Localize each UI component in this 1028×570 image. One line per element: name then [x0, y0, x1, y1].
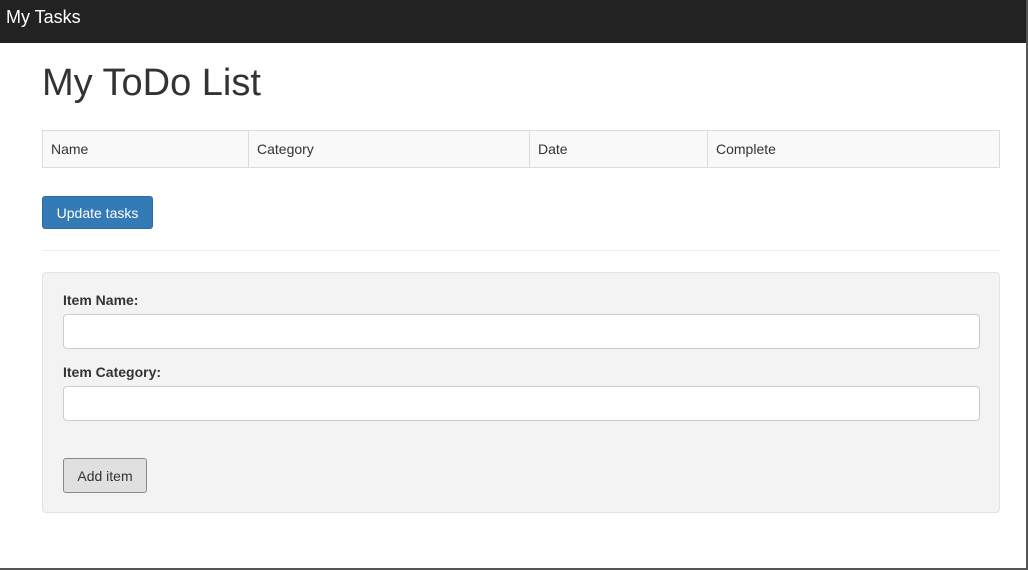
section-divider	[42, 250, 1000, 251]
item-name-input[interactable]	[63, 314, 980, 349]
browser-viewport: My Tasks My ToDo List Name Category Date…	[0, 0, 1028, 570]
navbar: My Tasks	[0, 0, 1026, 43]
table-header-row: Name Category Date Complete	[42, 130, 1000, 168]
update-tasks-button[interactable]: Update tasks	[42, 196, 153, 229]
column-header-complete: Complete	[707, 130, 1000, 168]
add-item-button[interactable]: Add item	[63, 458, 147, 493]
column-header-category: Category	[248, 130, 530, 168]
item-category-label: Item Category:	[63, 364, 162, 380]
item-name-label: Item Name:	[63, 292, 139, 308]
page-title: My ToDo List	[42, 62, 261, 104]
column-header-date: Date	[529, 130, 708, 168]
item-category-input[interactable]	[63, 386, 980, 421]
add-item-form: Item Name: Item Category: Add item	[42, 272, 1000, 513]
tasks-table: Name Category Date Complete	[42, 130, 1000, 168]
navbar-brand[interactable]: My Tasks	[6, 8, 81, 26]
column-header-name: Name	[42, 130, 249, 168]
